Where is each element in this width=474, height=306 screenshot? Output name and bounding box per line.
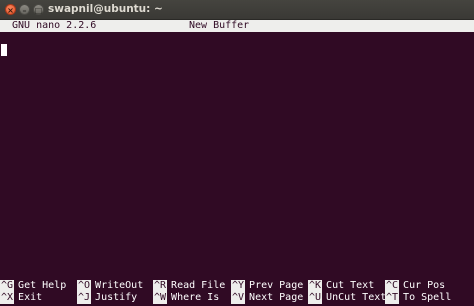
text-cursor: [1, 44, 7, 56]
terminal-area[interactable]: GNU nano 2.2.6 New Buffer ^G Get Help ^O W…: [0, 20, 474, 306]
shortcut-label: Prev Page: [249, 280, 304, 291]
shortcut-label: To Spell: [403, 292, 452, 303]
nano-version: GNU nano 2.2.6: [12, 20, 97, 31]
shortcut-label: WriteOut: [95, 280, 144, 291]
shortcut-label: Exit: [18, 292, 43, 303]
shortcut-key: ^C: [385, 280, 400, 292]
shortcut-key: ^V: [231, 292, 246, 304]
close-icon[interactable]: ×: [5, 4, 16, 15]
title-bar[interactable]: × – □ swapnil@ubuntu: ~: [0, 0, 474, 20]
shortcut-key: ^K: [308, 280, 323, 292]
maximize-icon[interactable]: □: [33, 4, 44, 15]
shortcut-read-file[interactable]: ^R Read File: [153, 280, 225, 292]
shortcut-label: Cut Text: [326, 280, 375, 291]
shortcut-writeout[interactable]: ^O WriteOut: [77, 280, 143, 292]
shortcut-label: Where Is: [171, 292, 220, 303]
shortcut-key: ^X: [0, 292, 15, 304]
shortcut-key: ^Y: [231, 280, 246, 292]
shortcut-key: ^W: [153, 292, 168, 304]
shortcut-label: UnCut Text: [326, 292, 387, 303]
shortcut-prev-page[interactable]: ^Y Prev Page: [231, 280, 303, 292]
shortcut-justify[interactable]: ^J Justify: [77, 292, 137, 304]
shortcut-where-is[interactable]: ^W Where Is: [153, 292, 219, 304]
shortcut-key: ^T: [385, 292, 400, 304]
shortcut-key: ^G: [0, 280, 15, 292]
shortcut-label: Next Page: [249, 292, 304, 303]
shortcut-key: ^J: [77, 292, 92, 304]
shortcut-cur-pos[interactable]: ^C Cur Pos: [385, 280, 445, 292]
shortcut-label: Get Help: [18, 280, 67, 291]
shortcut-to-spell[interactable]: ^T To Spell: [385, 292, 451, 304]
shortcut-label: Justify: [95, 292, 138, 303]
shortcut-cut-text[interactable]: ^K Cut Text: [308, 280, 374, 292]
minimize-icon[interactable]: –: [19, 4, 30, 15]
shortcut-uncut-text[interactable]: ^U UnCut Text: [308, 292, 386, 304]
shortcut-row-2: ^X Exit ^J Justify ^W Where Is ^V Next Page …: [0, 292, 474, 304]
terminal-window: × – □ swapnil@ubuntu: ~ GNU nano 2.2.6 N…: [0, 0, 474, 306]
buffer-name: New Buffer: [189, 20, 250, 31]
shortcut-key: ^U: [308, 292, 323, 304]
shortcut-label: Read File: [171, 280, 226, 291]
shortcut-key: ^R: [153, 280, 168, 292]
nano-header-bar: GNU nano 2.2.6 New Buffer: [0, 20, 474, 32]
shortcut-next-page[interactable]: ^V Next Page: [231, 292, 303, 304]
window-title: swapnil@ubuntu: ~: [48, 3, 163, 15]
shortcut-key: ^O: [77, 280, 92, 292]
shortcut-label: Cur Pos: [403, 280, 446, 291]
shortcut-get-help[interactable]: ^G Get Help: [0, 280, 66, 292]
shortcut-exit[interactable]: ^X Exit: [0, 292, 42, 304]
shortcut-row-1: ^G Get Help ^O WriteOut ^R Read File ^Y Prev…: [0, 280, 474, 292]
